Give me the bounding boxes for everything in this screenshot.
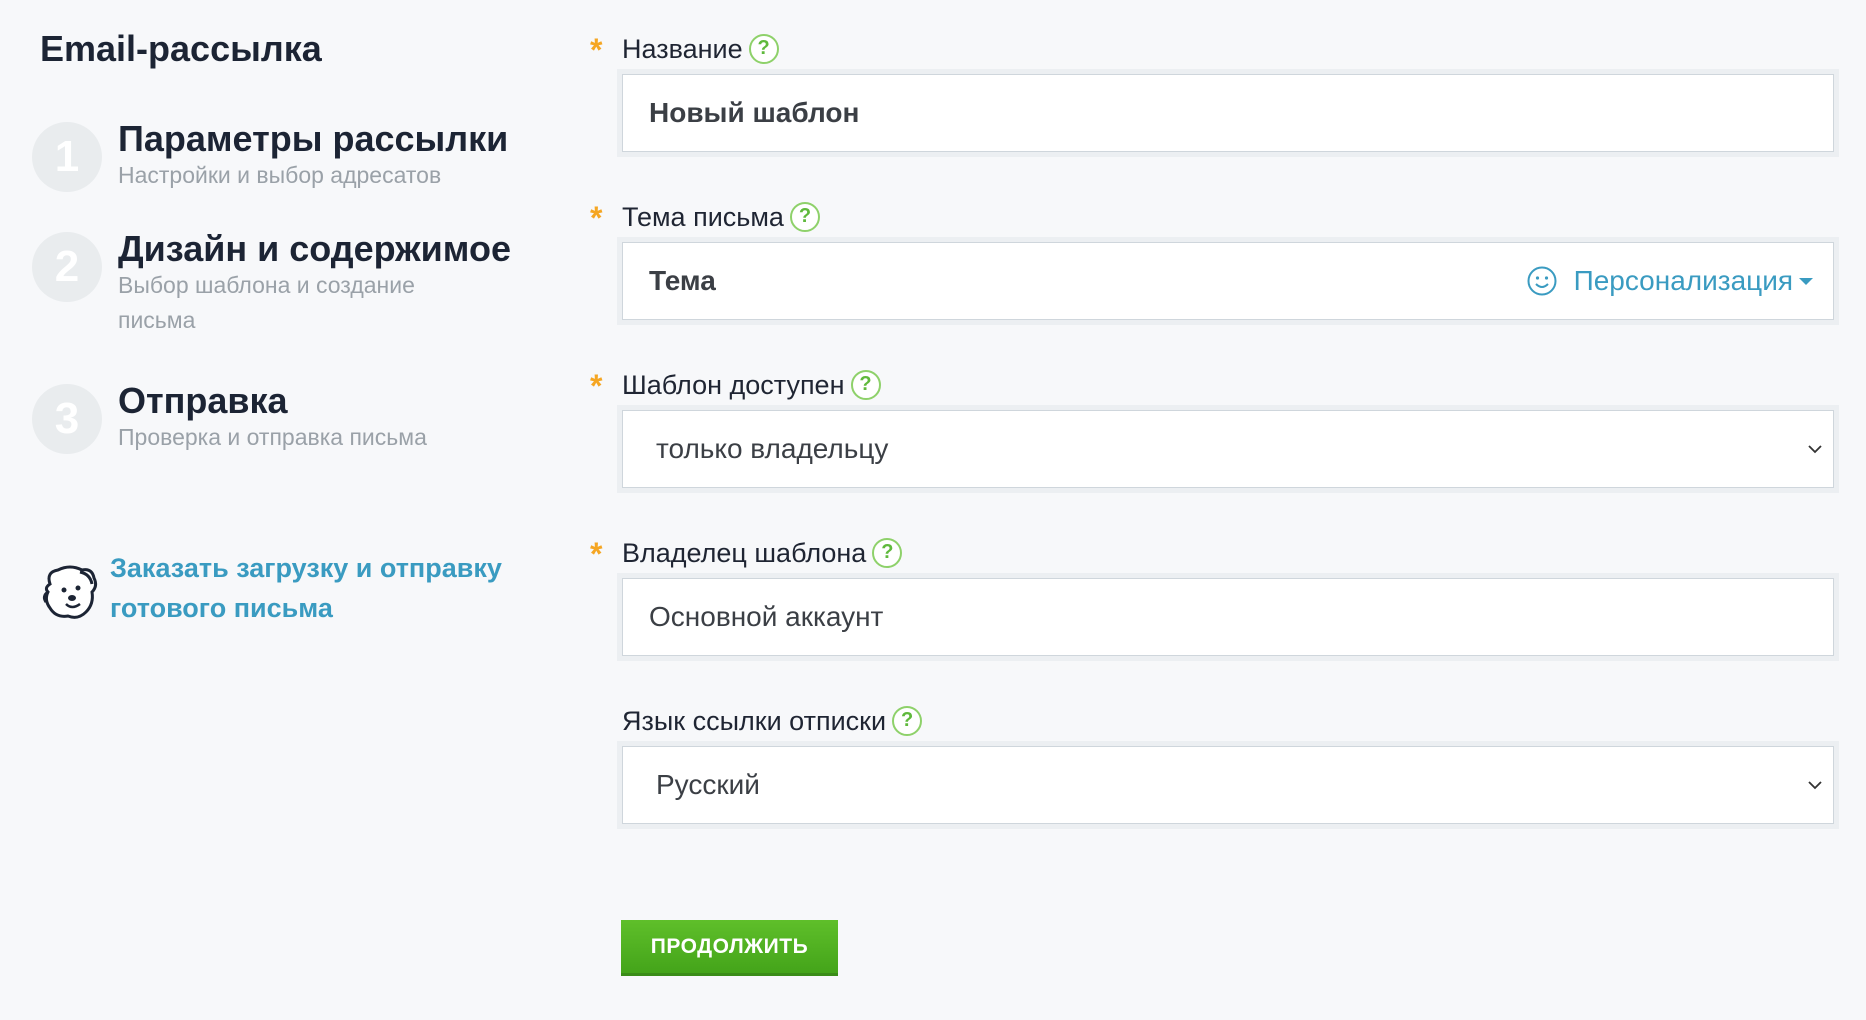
step-title: Дизайн и содержимое [118,228,511,269]
page-title: Email-рассылка [40,28,322,69]
step-number: 3 [32,384,102,454]
availability-value: только владельцу [656,433,889,464]
help-icon[interactable]: ? [850,369,881,400]
step-title: Отправка [118,380,288,421]
unsubscribe-language-label: Язык ссылки отписки? [622,705,923,738]
step-title: Параметры рассылки [118,118,509,159]
owner-input[interactable]: Основной аккаунт [622,578,1834,656]
dog-mascot-icon [42,565,98,619]
continue-button[interactable]: ПРОДОЛЖИТЬ [621,920,838,976]
help-icon[interactable]: ? [789,201,820,232]
subject-input[interactable]: Тема Персонализация [622,242,1834,320]
chevron-down-icon [1808,445,1822,454]
required-asterisk: * [590,200,603,236]
availability-label: Шаблон доступен? [622,369,881,402]
unsubscribe-language-select[interactable]: Русский [622,746,1834,824]
caret-down-icon [1799,277,1813,285]
personalization-label: Персонализация [1573,265,1793,296]
help-icon[interactable]: ? [872,537,903,568]
owner-label: Владелец шаблона? [622,537,903,570]
help-icon[interactable]: ? [748,33,779,64]
subject-value: Тема [649,265,716,296]
owner-value: Основной аккаунт [649,601,884,632]
personalization-dropdown[interactable]: Персонализация [1526,243,1813,319]
required-asterisk: * [590,32,603,68]
required-asterisk: * [590,536,603,572]
name-label: Название? [622,33,779,66]
step-number: 1 [32,122,102,192]
name-input[interactable]: Новый шаблон [622,74,1834,152]
chevron-down-icon [1808,781,1822,790]
step-description: Проверка и отправка письма [118,424,427,450]
unsubscribe-language-value: Русский [656,769,760,800]
help-icon[interactable]: ? [892,705,923,736]
order-upload-link[interactable]: Заказать загрузку и отправку готового пи… [110,548,530,628]
availability-select[interactable]: только владельцу [622,410,1834,488]
step-description: Выбор шаблона и создание письма [118,272,415,333]
step-description: Настройки и выбор адресатов [118,162,442,188]
smiley-icon[interactable] [1526,265,1558,297]
required-asterisk: * [590,368,603,404]
subject-label: Тема письма? [622,201,820,234]
name-value: Новый шаблон [649,97,860,128]
step-number: 2 [32,232,102,302]
